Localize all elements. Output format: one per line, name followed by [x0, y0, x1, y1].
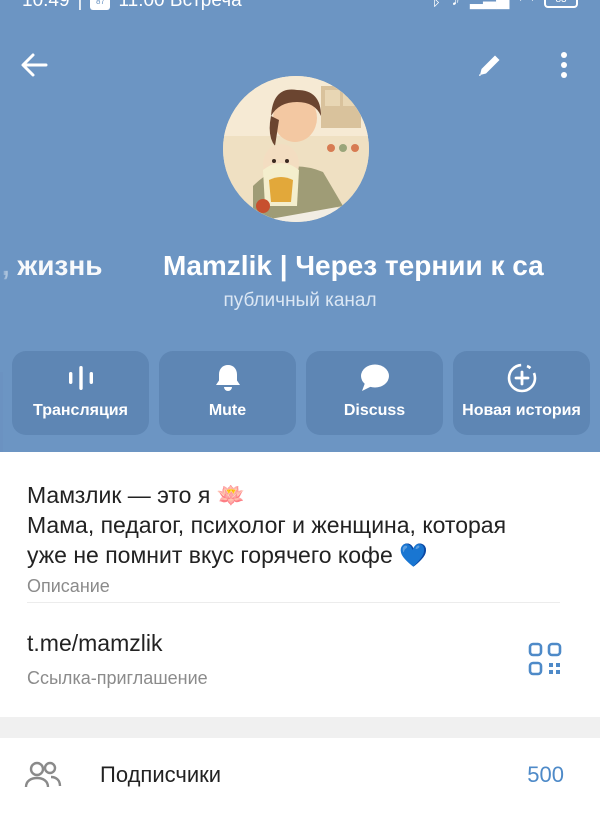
back-arrow-icon[interactable] — [14, 45, 54, 85]
channel-header: 10:49 | 87 11:00 Встреча ᛒ ♪ ▂▃▅ ◠ 83 — [0, 0, 600, 452]
description-line: Мамзлик — это я 🪷 — [27, 482, 246, 508]
chat-bubble-icon — [359, 363, 391, 393]
section-separator — [0, 717, 600, 738]
live-stream-label: Трансляция — [33, 402, 128, 419]
people-icon — [24, 760, 62, 795]
status-time: 10:49 — [22, 0, 70, 11]
calendar-icon: 87 — [90, 0, 111, 10]
mute-label: Mute — [208, 402, 247, 419]
more-menu-icon[interactable] — [544, 45, 584, 85]
status-event: 11:00 Встреча — [118, 0, 242, 11]
action-buttons: Трансляция Mute Discuss Новая история — [12, 351, 590, 435]
new-story-label: Новая история — [462, 402, 581, 419]
channel-title: Mamzlik | Через тернии к са — [163, 250, 544, 281]
description-caption: Описание — [27, 576, 110, 596]
channel-title-marquee: ı, жизнь Mamzlik | Через тернии к са — [0, 246, 600, 290]
invite-link[interactable]: t.me/mamzlik — [27, 630, 162, 657]
bluetooth-icon: ᛒ — [431, 0, 441, 10]
discuss-label: Discuss — [343, 402, 406, 419]
channel-type: публичный канал — [223, 290, 377, 311]
battery-icon: 83 — [544, 0, 578, 8]
qr-code-icon[interactable] — [528, 642, 562, 676]
edit-pencil-icon[interactable] — [470, 45, 510, 85]
channel-avatar[interactable] — [223, 76, 369, 222]
live-stream-icon — [67, 363, 95, 393]
status-bar: 10:49 | 87 11:00 Встреча ᛒ ♪ ▂▃▅ ◠ 83 — [0, 0, 600, 14]
divider — [27, 602, 560, 603]
signal-icon: ▂▃▅ — [470, 0, 509, 10]
invite-link-caption: Ссылка-приглашение — [27, 668, 208, 688]
mute-button[interactable]: Mute — [159, 351, 296, 435]
new-story-button[interactable]: Новая история — [453, 351, 590, 435]
channel-info-card: Мамзлик — это я 🪷 Мама, педагог, психоло… — [0, 452, 600, 717]
live-stream-button[interactable]: Трансляция — [12, 351, 149, 435]
bell-icon — [214, 363, 242, 393]
discuss-button[interactable]: Discuss — [306, 351, 443, 435]
wifi-icon: ◠ — [519, 0, 534, 10]
new-story-icon — [506, 363, 538, 393]
scroll-indicator — [0, 372, 3, 460]
subscribers-label: Подписчики — [100, 762, 222, 787]
subscribers-row[interactable]: Подписчики 500 — [0, 738, 600, 821]
mute-bell-icon: ♪ — [451, 0, 460, 10]
channel-description[interactable]: Мамзлик — это я 🪷 Мама, педагог, психоло… — [27, 480, 577, 570]
channel-title-ghost: ı, жизнь — [0, 250, 103, 281]
subscribers-count: 500 — [527, 762, 564, 787]
description-line: Мама, педагог, психолог и женщина, котор… — [27, 512, 507, 538]
description-line: уже не помнит вкус горячего кофе 💙 — [27, 542, 428, 568]
